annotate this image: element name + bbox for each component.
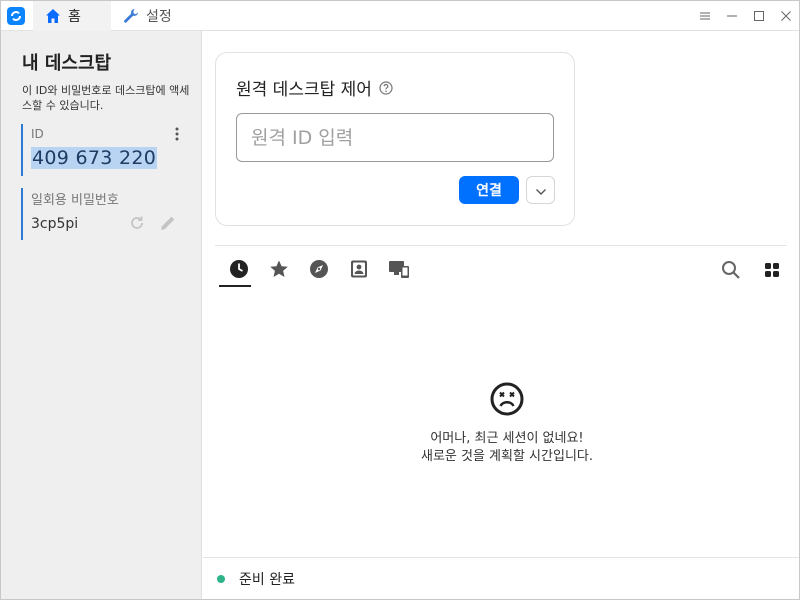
more-vertical-icon[interactable] — [169, 126, 185, 142]
chevron-down-icon — [535, 181, 547, 200]
help-icon[interactable] — [379, 80, 393, 95]
tab-accessible-devices[interactable] — [379, 255, 419, 287]
accessible-devices-icon — [388, 259, 410, 283]
window-controls — [691, 1, 799, 31]
search-icon[interactable] — [720, 259, 742, 285]
id-section: ID 409 673 220 — [21, 124, 189, 176]
status-text: 준비 완료 — [239, 571, 295, 588]
tab-home[interactable]: 홈 — [33, 0, 111, 31]
remote-control-title: 원격 데스크탑 제어 — [236, 75, 393, 100]
connect-options-button[interactable] — [526, 176, 555, 204]
close-icon[interactable] — [772, 1, 799, 31]
tab-address-book[interactable] — [339, 255, 379, 287]
edit-icon[interactable] — [159, 214, 177, 236]
refresh-icon[interactable] — [129, 215, 145, 235]
peer-tabs — [219, 255, 419, 287]
sidebar: 내 데스크탑 이 ID와 비밀번호로 데스크탑에 액세스할 수 있습니다. ID… — [1, 31, 202, 599]
app-logo-icon — [1, 1, 31, 31]
menu-icon[interactable] — [691, 1, 718, 31]
address-book-icon — [349, 259, 369, 283]
sad-face-icon — [489, 381, 525, 421]
tab-favorites[interactable] — [259, 255, 299, 287]
password-label: 일회용 비밀번호 — [31, 193, 119, 208]
status-bar: 준비 완료 — [203, 557, 799, 599]
tab-settings-label: 설정 — [146, 8, 172, 25]
favorites-icon — [269, 259, 289, 283]
tab-home-label: 홈 — [68, 8, 81, 25]
recent-sessions-icon — [229, 259, 249, 283]
remote-control-title-text: 원격 데스크탑 제어 — [236, 80, 372, 100]
remote-id-input[interactable] — [236, 113, 554, 162]
remote-control-card: 원격 데스크탑 제어 연결 — [215, 52, 575, 226]
sidebar-title: 내 데스크탑 — [22, 53, 112, 74]
empty-state-line-1: 어머나, 최근 세션이 없네요! — [430, 431, 584, 446]
empty-state-message: 어머나, 최근 세션이 없네요! 새로운 것을 계획할 시간입니다. — [381, 430, 633, 466]
id-label: ID — [31, 127, 44, 141]
title-bar: 홈 설정 — [1, 0, 799, 31]
grid-view-icon[interactable] — [764, 262, 780, 282]
connect-button[interactable]: 연결 — [459, 176, 519, 204]
status-indicator — [217, 574, 225, 583]
empty-state-line-2: 새로운 것을 계획할 시간입니다. — [420, 449, 593, 464]
wrench-icon — [123, 8, 139, 24]
discovered-icon — [309, 259, 329, 283]
minimize-icon[interactable] — [718, 1, 745, 31]
home-icon — [45, 8, 61, 24]
tab-recent-sessions[interactable] — [219, 255, 259, 287]
divider — [215, 245, 787, 246]
id-value[interactable]: 409 673 220 — [31, 147, 158, 169]
password-section: 일회용 비밀번호 3cp5pi — [21, 188, 189, 240]
tab-settings[interactable]: 설정 — [111, 1, 184, 31]
tab-discovered[interactable] — [299, 255, 339, 287]
maximize-icon[interactable] — [745, 1, 772, 31]
sidebar-description: 이 ID와 비밀번호로 데스크탑에 액세스할 수 있습니다. — [22, 84, 190, 112]
